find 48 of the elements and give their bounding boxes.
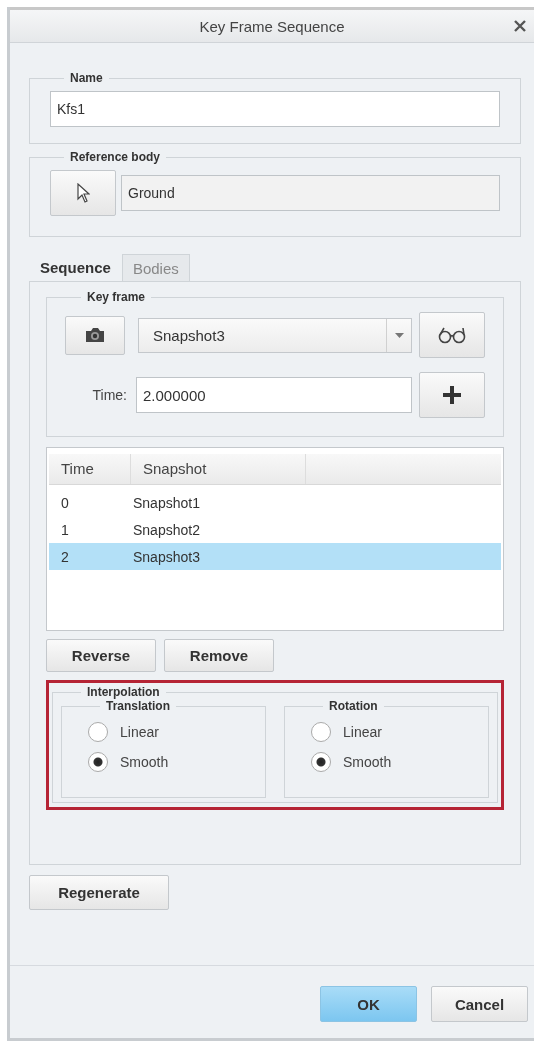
table-row[interactable]: 2 Snapshot3	[49, 543, 501, 570]
ok-button[interactable]: OK	[320, 986, 417, 1022]
radio-button[interactable]	[311, 722, 331, 742]
group-label: Reference body	[69, 150, 162, 164]
table-cell-text: 2	[60, 548, 70, 565]
dropdown-arrow-icon	[394, 332, 404, 338]
list-button[interactable]: Remove	[164, 639, 274, 672]
table-cell-text: Snapshot2	[132, 521, 200, 538]
close-button[interactable]	[514, 20, 526, 32]
table-row[interactable]: 0 Snapshot1	[49, 489, 501, 516]
radio-option[interactable]: Smooth	[311, 747, 468, 777]
dropdown-value: Snapshot3	[152, 326, 226, 344]
group-label: Name	[69, 71, 104, 85]
radio-option[interactable]: Linear	[88, 717, 245, 747]
snapshot-button[interactable]	[65, 315, 125, 355]
group-label: Interpolation	[86, 685, 161, 699]
preview-button[interactable]	[419, 312, 485, 358]
table-cell-text: 0	[60, 494, 70, 511]
glasses-icon	[438, 326, 466, 344]
radio-option[interactable]: Linear	[311, 717, 468, 747]
table-row[interactable]: 1 Snapshot2	[49, 516, 501, 543]
snapshot-dropdown[interactable]: Snapshot3	[138, 317, 412, 353]
table-cell-text: 1	[60, 521, 70, 538]
cursor-icon	[76, 183, 90, 203]
radio-button[interactable]	[311, 752, 331, 772]
time-field[interactable]: 2.000000	[136, 377, 412, 413]
window-title: Key Frame Sequence	[199, 17, 345, 35]
cancel-button[interactable]: Cancel	[431, 986, 528, 1022]
radio-option[interactable]: Smooth	[88, 747, 245, 777]
list-button[interactable]: Reverse	[46, 639, 156, 672]
group-label: Key frame	[86, 290, 147, 304]
column-header[interactable]: Time	[49, 454, 131, 484]
plus-icon	[443, 386, 461, 404]
name-field[interactable]: Kfs1	[50, 91, 500, 127]
table-cell-text: Snapshot3	[132, 548, 200, 565]
radio-button[interactable]	[88, 722, 108, 742]
close-icon	[514, 20, 526, 32]
group-label: Rotation	[328, 699, 379, 713]
select-button[interactable]	[50, 170, 116, 216]
regenerate-button[interactable]: Regenerate	[29, 875, 169, 910]
camera-icon	[85, 327, 105, 343]
group-label: Translation	[105, 699, 171, 713]
table-cell-text: Snapshot1	[132, 494, 200, 511]
add-button[interactable]	[419, 372, 485, 418]
reference-field[interactable]: Ground	[121, 175, 500, 211]
time-label: Time:	[91, 387, 127, 403]
radio-button[interactable]	[88, 752, 108, 772]
column-header[interactable]: Snapshot	[131, 454, 306, 484]
